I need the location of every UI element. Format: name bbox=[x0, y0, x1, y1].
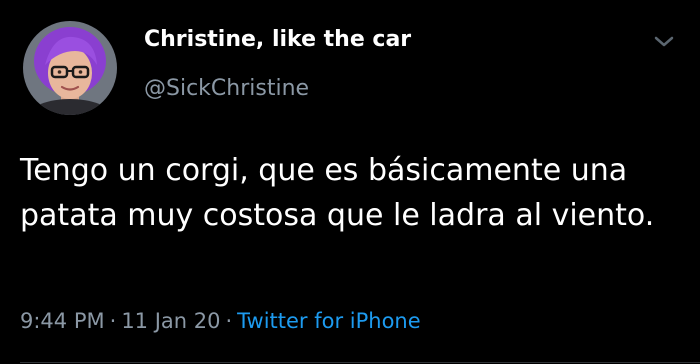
divider bbox=[20, 362, 700, 363]
tweet-metadata: 9:44 PM · 11 Jan 20 · Twitter for iPhone bbox=[20, 309, 421, 333]
avatar[interactable] bbox=[23, 21, 117, 115]
separator-dot: · bbox=[109, 309, 117, 333]
tweet-source-link[interactable]: Twitter for iPhone bbox=[237, 309, 421, 333]
display-name[interactable]: Christine, like the car bbox=[144, 27, 411, 52]
tweet-text: Tengo un corgi, que es básicamente una p… bbox=[20, 153, 655, 233]
tweet-date[interactable]: 11 Jan 20 bbox=[121, 309, 220, 333]
separator-dot: · bbox=[225, 309, 233, 333]
tweet-card: Christine, like the car @SickChristine T… bbox=[0, 0, 700, 364]
tweet-time: 9:44 PM bbox=[20, 309, 105, 333]
user-handle[interactable]: @SickChristine bbox=[144, 76, 309, 101]
chevron-down-icon[interactable] bbox=[650, 32, 678, 52]
